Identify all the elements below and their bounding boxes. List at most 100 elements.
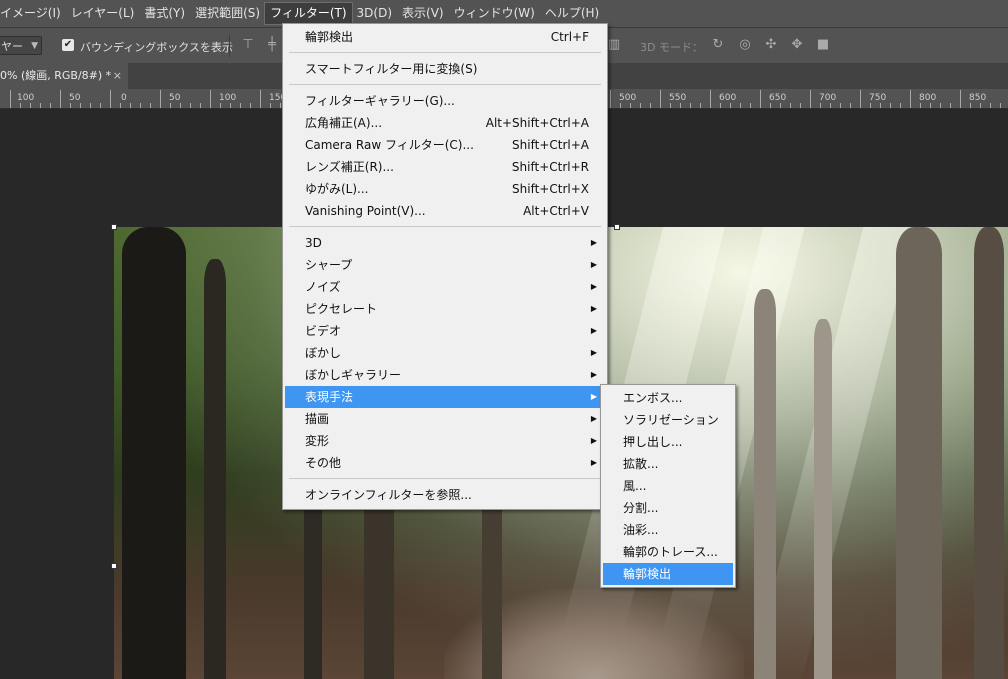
menu-item-label: 描画 xyxy=(305,412,330,426)
ruler-tick xyxy=(790,103,791,108)
distribute-icon[interactable]: ▥ xyxy=(606,37,622,53)
menu-item-distort[interactable]: 変形 ▶ xyxy=(285,430,605,452)
menu-item-shortcut: Shift+Ctrl+R xyxy=(511,160,589,174)
ruler-tick xyxy=(70,103,71,108)
ruler-label: 100 xyxy=(17,93,35,103)
submenu-item-find-edges[interactable]: 輪郭検出 xyxy=(603,563,733,585)
transform-handle[interactable] xyxy=(111,563,117,569)
stylize-submenu: エンボス... ソラリゼーション 押し出し... 拡散... 風... 分割..… xyxy=(600,384,736,588)
menu-help[interactable]: ヘルプ(H) xyxy=(540,3,604,24)
menu-item-blur-gallery[interactable]: ぼかしギャラリー ▶ xyxy=(285,364,605,386)
menu-item-label: ぼかし xyxy=(305,346,342,360)
document-tab[interactable]: 0% (線画, RGB/8#) * × xyxy=(0,63,128,89)
toolbar-divider xyxy=(229,35,230,57)
menu-item-lens-correction[interactable]: レンズ補正(R)... Shift+Ctrl+R xyxy=(285,156,605,178)
ruler-tick xyxy=(270,103,271,108)
menu-window[interactable]: ウィンドウ(W) xyxy=(449,3,540,24)
menu-image[interactable]: イメージ(I) xyxy=(0,3,66,24)
menu-item-adaptive-wide-angle[interactable]: 広角補正(A)... Alt+Shift+Ctrl+A xyxy=(285,112,605,134)
ruler-tick xyxy=(210,90,211,108)
ruler-tick xyxy=(850,103,851,108)
3d-rotate-icon[interactable]: ↻ xyxy=(710,37,726,53)
filter-menu: 輪郭検出 Ctrl+F スマートフィルター用に変換(S) フィルターギャラリー(… xyxy=(282,23,608,510)
menu-item-last-filter[interactable]: 輪郭検出 Ctrl+F xyxy=(285,26,605,48)
menu-type[interactable]: 書式(Y) xyxy=(139,3,190,24)
submenu-item-diffuse[interactable]: 拡散... xyxy=(603,453,733,475)
menu-layer[interactable]: レイヤー(L) xyxy=(66,3,140,24)
transform-handle[interactable] xyxy=(111,224,117,230)
menu-item-label: 輪郭のトレース... xyxy=(623,545,718,559)
tree-trunk xyxy=(974,227,1004,679)
align-top-icon[interactable]: ⊤ xyxy=(240,37,256,53)
menu-item-shortcut: Shift+Ctrl+A xyxy=(512,138,589,152)
3d-slide-icon[interactable]: ✥ xyxy=(789,37,805,53)
tree-trunk xyxy=(814,319,832,679)
ruler-tick xyxy=(880,103,881,108)
ruler-tick xyxy=(100,103,101,108)
ruler-tick xyxy=(810,90,811,108)
ruler-tick xyxy=(670,103,671,108)
transform-handle[interactable] xyxy=(614,224,620,230)
menu-item-vanishing-point[interactable]: Vanishing Point(V)... Alt+Ctrl+V xyxy=(285,200,605,222)
align-vertical-center-icon[interactable]: ╪ xyxy=(264,37,280,53)
ruler-tick xyxy=(610,90,611,108)
submenu-arrow-icon: ▶ xyxy=(590,238,597,247)
3d-mode-label: 3D モード： xyxy=(640,41,703,54)
menu-3d[interactable]: 3D(D) xyxy=(352,3,397,24)
ruler-tick xyxy=(190,103,191,108)
ruler-tick xyxy=(710,90,711,108)
menu-item-convert-smart-filter[interactable]: スマートフィルター用に変換(S) xyxy=(285,58,605,80)
submenu-item-tiles[interactable]: 分割... xyxy=(603,497,733,519)
submenu-item-oil-paint[interactable]: 油彩... xyxy=(603,519,733,541)
menu-select[interactable]: 選択範囲(S) xyxy=(190,3,265,24)
menu-view[interactable]: 表示(V) xyxy=(397,3,449,24)
submenu-item-trace-contour[interactable]: 輪郭のトレース... xyxy=(603,541,733,563)
3d-roll-icon[interactable]: ◎ xyxy=(737,37,753,53)
ruler-label: 600 xyxy=(719,93,737,103)
menu-item-blur[interactable]: ぼかし ▶ xyxy=(285,342,605,364)
menu-item-3d[interactable]: 3D ▶ xyxy=(285,232,605,254)
menu-separator xyxy=(289,478,601,479)
menu-item-label: レンズ補正(R)... xyxy=(305,160,394,174)
submenu-item-solarize[interactable]: ソラリゼーション xyxy=(603,409,733,431)
menu-item-liquify[interactable]: ゆがみ(L)... Shift+Ctrl+X xyxy=(285,178,605,200)
menu-item-pixelate[interactable]: ピクセレート ▶ xyxy=(285,298,605,320)
menu-item-label: 変形 xyxy=(305,434,330,448)
menu-item-stylize[interactable]: 表現手法 ▶ xyxy=(285,386,605,408)
menu-item-label: シャープ xyxy=(305,258,353,272)
ruler-tick xyxy=(930,103,931,108)
submenu-arrow-icon: ▶ xyxy=(590,414,597,423)
menu-item-render[interactable]: 描画 ▶ xyxy=(285,408,605,430)
3d-drag-icon[interactable]: ✣ xyxy=(763,37,779,53)
ruler-label: 50 xyxy=(69,93,81,103)
submenu-arrow-icon: ▶ xyxy=(590,304,597,313)
ruler-label: 550 xyxy=(669,93,687,103)
auto-select-dropdown[interactable]: ヤー ▼ xyxy=(0,36,42,55)
menu-item-sharpen[interactable]: シャープ ▶ xyxy=(285,254,605,276)
document-tab-title: 0% (線画, RGB/8#) * xyxy=(0,69,112,82)
menu-filter[interactable]: フィルター(T) xyxy=(264,2,353,25)
ruler-tick xyxy=(620,103,621,108)
ruler-tick xyxy=(910,90,911,108)
menu-item-noise[interactable]: ノイズ ▶ xyxy=(285,276,605,298)
submenu-item-wind[interactable]: 風... xyxy=(603,475,733,497)
menu-item-video[interactable]: ビデオ ▶ xyxy=(285,320,605,342)
close-icon[interactable]: × xyxy=(113,63,122,89)
ruler-label: 50 xyxy=(169,93,181,103)
tree-trunk xyxy=(122,227,186,679)
3d-scale-icon[interactable]: ■ xyxy=(815,37,831,53)
ruler-tick xyxy=(760,90,761,108)
ruler-tick xyxy=(730,103,731,108)
menu-item-other[interactable]: その他 ▶ xyxy=(285,452,605,474)
ruler-tick xyxy=(180,103,181,108)
ruler-tick xyxy=(80,103,81,108)
submenu-item-emboss[interactable]: エンボス... xyxy=(603,387,733,409)
menu-item-label: ビデオ xyxy=(305,324,342,338)
menu-item-filter-gallery[interactable]: フィルターギャラリー(G)... xyxy=(285,90,605,112)
menu-item-camera-raw[interactable]: Camera Raw フィルター(C)... Shift+Ctrl+A xyxy=(285,134,605,156)
menu-item-browse-online-filters[interactable]: オンラインフィルターを参照... xyxy=(285,484,605,506)
submenu-item-extrude[interactable]: 押し出し... xyxy=(603,431,733,453)
menu-item-shortcut: Ctrl+F xyxy=(550,30,589,44)
show-transform-controls-checkbox[interactable]: ✔ xyxy=(62,39,74,51)
ruler-tick xyxy=(920,103,921,108)
